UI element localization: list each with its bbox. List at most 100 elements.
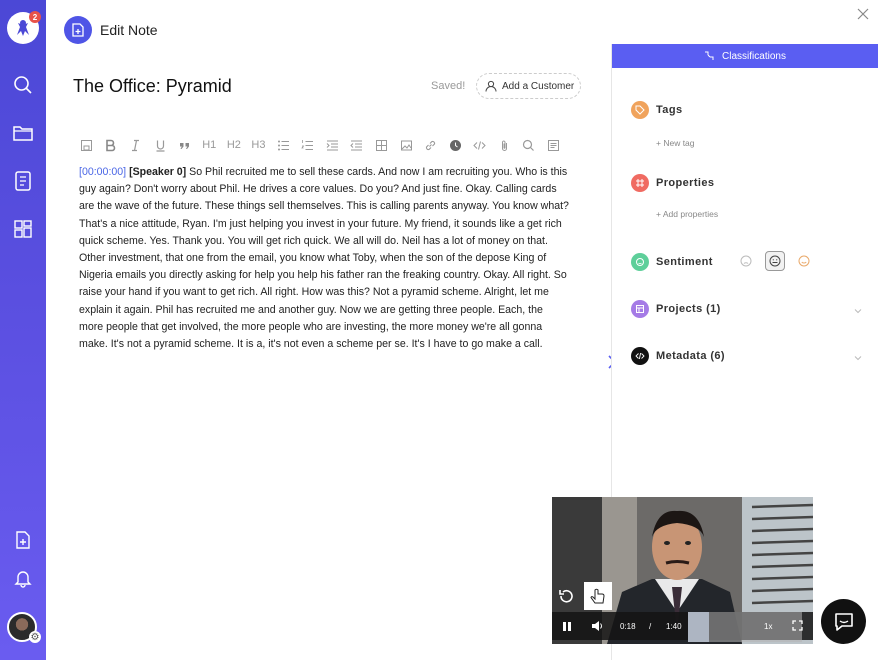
tag-icon	[631, 101, 649, 119]
page-title: Edit Note	[100, 22, 158, 38]
italic-icon	[131, 139, 139, 151]
editor-toolbar: H1 H2 H3	[74, 138, 566, 152]
underline-tool-button[interactable]	[148, 138, 173, 152]
notification-badge: 2	[29, 11, 41, 23]
bell-icon	[14, 571, 32, 588]
search-nav-button[interactable]	[11, 73, 35, 97]
fullscreen-icon[interactable]	[792, 620, 803, 631]
chat-launcher-button[interactable]	[821, 599, 866, 644]
video-duration: 1:40	[666, 622, 682, 631]
image-tool-button[interactable]	[394, 138, 419, 152]
video-time-separator: /	[649, 622, 652, 631]
folders-nav-button[interactable]	[11, 121, 35, 145]
search-icon	[523, 139, 535, 151]
table-icon	[375, 139, 387, 151]
chat-icon	[834, 612, 853, 631]
volume-icon[interactable]	[591, 620, 604, 632]
pause-icon[interactable]	[562, 621, 572, 632]
dashboard-nav-button[interactable]	[11, 217, 35, 241]
search-icon	[14, 76, 32, 94]
numbered-list-tool-button[interactable]	[295, 138, 320, 152]
note-title-input[interactable]: The Office: Pyramid	[73, 76, 232, 97]
underline-icon	[156, 140, 165, 152]
video-progress-fill	[688, 612, 709, 642]
bold-tool-button[interactable]	[99, 138, 124, 152]
link-tool-button[interactable]	[418, 138, 443, 152]
classification-icon	[705, 51, 714, 60]
properties-label: Properties	[656, 177, 715, 189]
save-status: Saved!	[431, 80, 466, 92]
video-controls: 0:18 / 1:40 1x	[552, 612, 813, 642]
record-tool-button[interactable]	[443, 138, 468, 152]
sad-face-icon	[740, 255, 752, 267]
chevron-down-icon[interactable]	[853, 306, 863, 316]
neutral-face-icon	[769, 255, 781, 267]
add-properties-link[interactable]: + Add properties	[656, 209, 718, 219]
add-customer-label: Add a Customer	[502, 80, 575, 92]
dashboard-icon	[14, 220, 32, 238]
sentiment-neutral-button[interactable]	[765, 251, 785, 271]
tab-classifications[interactable]: Classifications	[612, 44, 878, 68]
metadata-code-icon	[631, 347, 649, 365]
metadata-section-header[interactable]: Metadata (6)	[631, 347, 725, 365]
numbered-list-icon	[301, 139, 314, 150]
add-note-icon	[16, 531, 30, 549]
attachment-tool-button[interactable]	[492, 138, 517, 152]
transcript-tool-button[interactable]	[541, 138, 566, 152]
bullet-list-icon	[277, 140, 289, 150]
tab-classifications-label: Classifications	[722, 50, 786, 62]
indent-tool-button[interactable]	[320, 138, 345, 152]
replay-icon[interactable]	[557, 588, 575, 606]
projects-section-header[interactable]: Projects (1)	[631, 300, 721, 318]
close-button[interactable]	[857, 8, 871, 22]
cursor-hover-box	[584, 582, 612, 610]
tags-section-header: Tags	[631, 101, 682, 119]
folder-icon	[13, 126, 33, 141]
code-tool-button[interactable]	[468, 138, 493, 152]
save-icon	[80, 139, 92, 151]
projects-label: Projects (1)	[656, 303, 721, 315]
italic-tool-button[interactable]	[123, 138, 148, 152]
heading1-tool-button[interactable]: H1	[197, 138, 222, 152]
transcript-text: So Phil recruited me to sell these cards…	[79, 166, 569, 351]
playback-speed-button[interactable]: 1x	[764, 622, 772, 631]
outdent-tool-button[interactable]	[345, 138, 370, 152]
quote-icon	[180, 142, 190, 149]
notes-nav-button[interactable]	[11, 169, 35, 193]
video-player[interactable]: 0:18 / 1:40 1x	[552, 497, 813, 644]
link-icon	[426, 140, 436, 150]
happy-face-icon	[798, 255, 810, 267]
edit-note-icon	[64, 16, 92, 44]
metadata-label: Metadata (6)	[656, 350, 725, 362]
video-progress-bar[interactable]	[688, 612, 802, 642]
clock-icon	[449, 139, 461, 151]
projects-icon	[631, 300, 649, 318]
settings-gear-icon[interactable]: ⚙	[29, 631, 41, 643]
table-tool-button[interactable]	[369, 138, 394, 152]
heading2-tool-button[interactable]: H2	[222, 138, 247, 152]
properties-icon	[631, 174, 649, 192]
notifications-nav-button[interactable]	[11, 566, 35, 590]
note-body-editor[interactable]: [00:00:00] [Speaker 0] So Phil recruited…	[79, 164, 569, 353]
save-tool-button[interactable]	[74, 138, 99, 152]
user-icon	[485, 80, 497, 92]
chevron-down-icon[interactable]	[853, 353, 863, 363]
add-note-nav-button[interactable]	[11, 528, 35, 552]
find-tool-button[interactable]	[517, 138, 542, 152]
outdent-icon	[350, 140, 363, 150]
sentiment-positive-button[interactable]	[794, 251, 814, 271]
transcript-timestamp-link[interactable]: [00:00:00]	[79, 166, 126, 178]
image-icon	[400, 140, 412, 150]
new-tag-link[interactable]: + New tag	[656, 138, 695, 148]
heading3-tool-button[interactable]: H3	[246, 138, 271, 152]
notes-icon	[15, 171, 31, 191]
add-customer-button[interactable]: Add a Customer	[476, 73, 581, 99]
hand-cursor-icon	[590, 588, 605, 604]
properties-section-header: Properties	[631, 174, 714, 192]
sentiment-negative-button[interactable]	[736, 251, 756, 271]
sentiment-section-header: Sentiment	[631, 253, 713, 271]
quote-tool-button[interactable]	[172, 138, 197, 152]
speaker-label: [Speaker 0]	[129, 166, 187, 178]
sentiment-label: Sentiment	[656, 256, 713, 268]
bullet-list-tool-button[interactable]	[271, 138, 296, 152]
